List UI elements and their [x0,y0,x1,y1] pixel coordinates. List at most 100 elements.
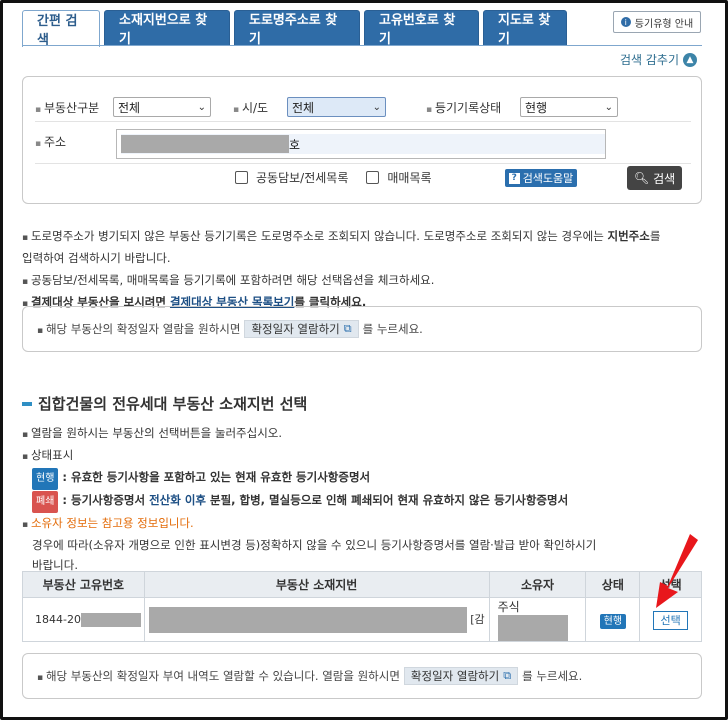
status-cell: 현행 [585,597,641,642]
address-row: 주소 [35,133,66,150]
search-button-label: 검색 [653,171,676,186]
tab-unique-number[interactable]: 고유번호로 찾기 [364,10,479,47]
confirmation-date-button-label: 확정일자 열람하기 [251,322,340,336]
status-badge-current: 현행 [32,468,59,490]
section-note: 열람을 원하시는 부동산의 선택버튼을 눌러주십시오. [22,423,702,445]
section-note: 상태표시 [22,445,702,467]
guide-label: 등기유형 안내 [634,18,694,30]
external-link-icon: ⧉ [343,322,352,335]
address-tail: [감 [470,612,485,626]
hide-search-toggle[interactable]: 검색 감추기 ▲ [620,51,698,68]
status-badge: 현행 [599,614,627,629]
address-input[interactable]: 호 [116,129,606,159]
region-select[interactable]: 전체 ⌄ [287,97,386,117]
address-input-value: 호 [121,134,605,154]
title-bar-icon [22,401,32,406]
tab-underline [22,45,702,46]
legend-text: : 유효한 등기사항을 포함하고 있는 현재 유효한 등기사항증명서 [62,470,371,484]
confirmation-date-box: 해당 부동산의 확정일자 열람을 원하시면 확정일자 열람하기 ⧉ 를 누르세요… [22,306,702,352]
hide-search-label: 검색 감추기 [620,53,680,67]
record-status-label: 등기기록상태 [426,99,520,116]
search-icon: 🔍︎ [633,171,650,185]
external-link-icon: ⧉ [503,669,512,682]
redacted-address [121,135,289,153]
property-type-value: 전체 [118,100,141,115]
property-type-label: 부동산구분 [35,99,113,116]
owner-prefix: 주식 [497,600,520,614]
select-button[interactable]: 선택 [653,610,688,630]
info-text: 를 누르세요. [522,669,583,683]
tab-bar: 간편 검색 소재지번으로 찾기 도로명주소로 찾기 고유번호로 찾기 지도로 찾… [22,10,567,48]
info-text: 를 누르세요. [362,322,423,336]
table-header-row: 부동산 고유번호 부동산 소재지번 소유자 상태 선택 [22,571,702,598]
record-status-value: 현행 [525,100,548,115]
unique-number-cell: 1844-20 [22,597,145,642]
sales-list-label: 매매목록 [387,171,432,185]
legend-text: 분필, 합병, 멸실등으로 인해 폐쇄되어 현재 유효하지 않은 등기사항증명서 [205,493,569,507]
status-legend-closed: 폐쇄: 등기사항증명서 전산화 이후 분필, 합병, 멸실등으로 인해 폐쇄되어… [22,490,702,513]
unique-number: 1844-20 [35,612,81,626]
section-title-text: 집합건물의 전유세대 부동산 소재지번 선택 [38,395,308,413]
notice-list: 도로명주소가 병기되지 않은 부동산 등기기록은 도로명주소로 조회되지 않습니… [22,226,702,314]
question-icon: ? [508,172,520,184]
address-cell: [감 [143,597,490,642]
chevron-down-icon: ⌄ [197,101,206,113]
registry-type-guide-button[interactable]: i 등기유형 안내 [613,11,701,33]
legend-text: : 등기사항증명서 [62,493,150,507]
confirmation-date-button-label: 확정일자 열람하기 [410,669,500,683]
search-button[interactable]: 🔍︎ 검색 [627,166,682,190]
options-row: 공동담보/전세목록 매매목록 [235,169,432,186]
redacted [80,612,141,627]
owner-info-note: 소유자 정보는 참고용 정보입니다. [22,513,702,535]
legend-text-highlight: 전산화 이후 [149,493,206,507]
search-help-label: 검색도움말 [522,172,574,185]
search-filter-row: 부동산구분 전체 ⌄ 시/도 전체 ⌄ 등기기록상태 현행 ⌄ [35,97,618,117]
property-table: 부동산 고유번호 부동산 소재지번 소유자 상태 선택 1844-20 [감 주… [22,571,702,642]
table-row: 1844-20 [감 주식 현행 선택 [22,597,702,642]
confirmation-date-view-button-2[interactable]: 확정일자 열람하기 ⧉ [403,667,519,685]
column-header: 상태 [585,571,641,598]
confirmation-date-view-button[interactable]: 확정일자 열람하기 ⧉ [244,320,359,338]
tab-simple-search[interactable]: 간편 검색 [22,10,100,48]
joint-collateral-checkbox[interactable] [235,171,248,184]
tab-lot-number[interactable]: 소재지번으로 찾기 [104,10,230,47]
owner-info-detail: 경우에 따라(소유자 개명으로 인한 표시변경 등)정확하지 않을 수 있으니 … [32,538,597,552]
confirmation-history-box: 해당 부동산의 확정일자 부여 내역도 열람할 수 있습니다. 열람을 원하시면… [22,653,702,699]
tab-road-address[interactable]: 도로명주소로 찾기 [234,10,360,47]
record-status-select[interactable]: 현행 ⌄ [520,97,618,117]
info-text: 해당 부동산의 확정일자 열람을 원하시면 [37,321,240,337]
notice-item: 입력하여 검색하시기 바랍니다. [22,251,171,265]
address-label: 주소 [35,133,66,150]
tab-map[interactable]: 지도로 찾기 [483,10,567,47]
region-label: 시/도 [233,99,287,116]
red-arrow-annotation [656,534,698,608]
column-header: 소유자 [488,571,587,598]
divider [35,163,691,164]
property-type-select[interactable]: 전체 ⌄ [113,97,211,117]
chevron-down-icon: ⌄ [604,101,613,113]
notice-bold: 지번주소 [607,229,650,243]
chevron-up-icon: ▲ [683,52,698,67]
joint-collateral-label: 공동담보/전세목록 [256,171,349,185]
search-help-button[interactable]: ? 검색도움말 [505,169,577,187]
section-notes: 열람을 원하시는 부동산의 선택버튼을 눌러주십시오. 상태표시 현행: 유효한… [22,423,702,575]
notice-item: 도로명주소가 병기되지 않은 부동산 등기기록은 도로명주소로 조회되지 않습니… [22,226,702,248]
owner-cell: 주식 [488,597,587,642]
chevron-down-icon: ⌄ [372,101,381,113]
notice-text: 도로명주소가 병기되지 않은 부동산 등기기록은 도로명주소로 조회되지 않습니… [30,229,608,243]
info-text: 해당 부동산의 확정일자 부여 내역도 열람할 수 있습니다. 열람을 원하시면 [37,668,400,684]
redacted-owner [497,615,568,641]
divider [35,121,691,122]
status-badge-closed: 폐쇄 [32,491,59,513]
info-icon: i [620,17,631,27]
notice-text: 를 [649,229,661,243]
column-header: 부동산 고유번호 [22,571,145,598]
region-value: 전체 [292,100,315,115]
notice-item: 공동담보/전세목록, 매매목록을 등기기록에 포함하려면 해당 선택옵션을 체크… [22,270,702,292]
redacted-address [148,606,467,633]
status-legend-current: 현행: 유효한 등기사항을 포함하고 있는 현재 유효한 등기사항증명서 [22,467,702,490]
address-suffix: 호 [289,137,301,152]
section-title: 집합건물의 전유세대 부동산 소재지번 선택 [22,393,307,414]
sales-list-checkbox[interactable] [366,171,380,184]
column-header: 부동산 소재지번 [143,571,490,598]
